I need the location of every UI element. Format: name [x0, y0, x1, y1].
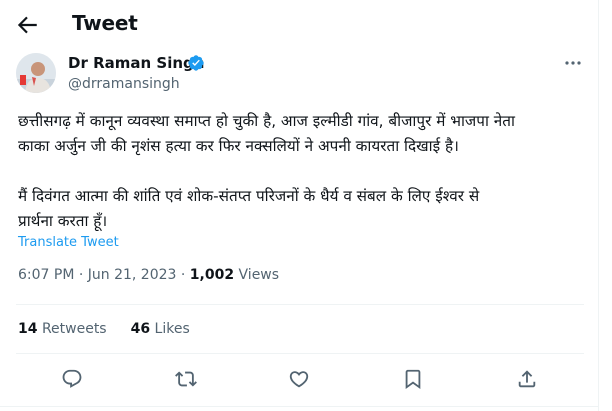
verified-badge-icon [187, 54, 205, 72]
top-bar: Tweet [0, 0, 598, 50]
page-title: Tweet [72, 11, 138, 35]
reply-icon[interactable] [61, 368, 85, 392]
divider [16, 304, 584, 305]
translate-tweet-link[interactable]: Translate Tweet [18, 235, 119, 250]
author-name[interactable]: Dr Raman Singh [68, 54, 204, 72]
more-dots-icon[interactable] [562, 54, 584, 72]
divider [0, 406, 598, 407]
tweet-timestamp[interactable]: 6:07 PM · Jun 21, 2023 · [18, 267, 190, 283]
views-label: Views [234, 267, 280, 283]
views-count: 1,002 [189, 267, 235, 283]
tweet-page: Tweet Dr Raman Singh @drramansingh छत्ती… [0, 0, 599, 411]
retweets-stat[interactable]: 14 Retweets [18, 321, 107, 337]
heart-icon[interactable] [288, 368, 312, 392]
author-handle[interactable]: @drramansingh [68, 76, 180, 92]
engagement-stats: 14 Retweets 46 Likes [18, 321, 190, 337]
avatar[interactable] [16, 53, 56, 93]
retweets-label: Retweets [41, 321, 107, 337]
divider [16, 353, 584, 354]
retweets-count: 14 [18, 321, 38, 337]
share-icon[interactable] [516, 368, 540, 392]
retweet-icon[interactable] [175, 368, 199, 392]
likes-stat[interactable]: 46 Likes [131, 321, 190, 337]
bookmark-icon[interactable] [402, 368, 426, 392]
tweet-text: छत्तीसगढ़ में कानून व्यवस्था समाप्त हो च… [18, 112, 515, 230]
back-arrow-icon[interactable] [14, 12, 40, 38]
likes-label: Likes [154, 321, 190, 337]
tweet-meta: 6:07 PM · Jun 21, 2023 · 1,002 Views [18, 267, 279, 283]
likes-count: 46 [130, 321, 151, 337]
